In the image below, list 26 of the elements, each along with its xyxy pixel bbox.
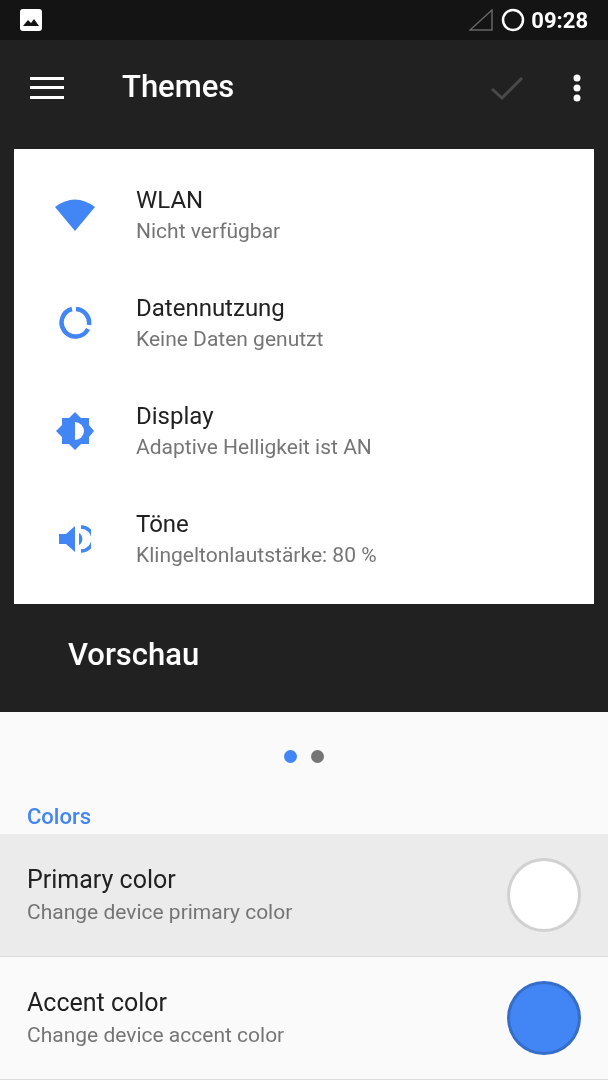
color-subtitle: Change device primary color xyxy=(27,899,294,926)
color-subtitle: Change device accent color xyxy=(27,1022,286,1049)
brightness-icon xyxy=(56,412,94,450)
signal-icon xyxy=(469,9,494,31)
setting-subtitle: Nicht verfügbar xyxy=(136,218,281,245)
setting-title: WLAN xyxy=(136,185,205,216)
menu-button[interactable] xyxy=(30,74,64,101)
setting-subtitle: Keine Daten genutzt xyxy=(136,326,324,353)
more-icon[interactable] xyxy=(572,73,582,102)
data-usage-icon xyxy=(58,306,92,340)
setting-subtitle: Klingeltonlautstärke: 80 % xyxy=(136,542,377,569)
setting-title: Display xyxy=(136,401,215,432)
preview-label: Vorschau xyxy=(68,635,201,675)
wifi-icon xyxy=(54,198,96,232)
setting-title: Datennutzung xyxy=(136,293,286,324)
speaker-icon xyxy=(59,524,91,554)
color-title: Primary color xyxy=(27,864,177,896)
clock: 09:28 xyxy=(531,6,588,35)
section-header: Colors xyxy=(27,803,93,831)
image-icon xyxy=(20,9,42,31)
color-row[interactable]: Primary color Change device primary color xyxy=(0,834,608,957)
setting-subtitle: Adaptive Helligkeit ist AN xyxy=(136,434,372,461)
circle-icon xyxy=(501,8,526,32)
setting-title: Töne xyxy=(136,509,190,540)
toolbar-title: Themes xyxy=(122,67,235,108)
color-title: Accent color xyxy=(27,987,169,1019)
